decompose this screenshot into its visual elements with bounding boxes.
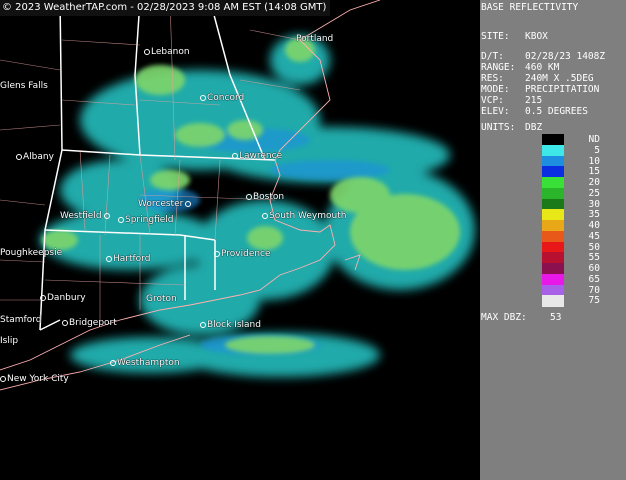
site-value: KBOX (525, 31, 548, 42)
city-new-york-city: New York City (0, 374, 69, 384)
legend-label: 75 (588, 295, 600, 307)
city-south-weymouth: South Weymouth (262, 211, 346, 221)
legend-label: 65 (588, 273, 600, 285)
city-marker-icon (262, 212, 268, 219)
legend-label: 20 (588, 177, 600, 188)
city-marker-icon (200, 94, 206, 101)
range-label: RANGE: (481, 62, 516, 73)
city-marker-icon (144, 48, 150, 55)
legend-swatch (542, 144, 564, 156)
city-marker-icon (16, 153, 22, 160)
legend-label: 10 (588, 155, 600, 167)
legend-label: 35 (588, 209, 600, 221)
legend-label: 15 (588, 166, 600, 178)
legend-label: 50 (588, 241, 600, 253)
city-marker-icon (110, 359, 116, 366)
city-poughkeepsie: Poughkeepsie (0, 248, 63, 258)
units-value: DBZ (525, 122, 543, 133)
elev-value: 0.5 DEGREES (525, 106, 588, 117)
legend-swatch (542, 187, 564, 199)
city-providence: Providence (214, 249, 271, 259)
legend-label: 5 (594, 144, 600, 156)
city-marker-icon (232, 152, 238, 159)
legend-swatch (542, 177, 564, 189)
max-dbz-value: 53 (550, 312, 562, 323)
city-portland: Portland (296, 34, 334, 44)
legend-label: 55 (588, 252, 600, 264)
city-marker-icon (200, 321, 206, 328)
city-springfield: Springfield (118, 215, 173, 225)
legend-swatch (542, 230, 564, 242)
range-value: 460 KM (525, 62, 560, 73)
res-value: 240M X .5DEG (525, 73, 594, 84)
city-marker-icon (118, 216, 124, 223)
legend-swatch (542, 166, 564, 178)
elev-label: ELEV: (481, 106, 510, 117)
radar-echo-layer (0, 0, 475, 391)
legend-swatch (542, 273, 564, 285)
legend-label: 45 (588, 230, 600, 242)
city-marker-icon (0, 375, 6, 382)
legend-swatch (542, 241, 564, 253)
legend-label: 60 (588, 263, 600, 274)
city-concord: Concord (200, 93, 244, 103)
city-marker-icon (214, 250, 220, 257)
dbz-color-legend (542, 134, 564, 307)
city-westhampton: Westhampton (110, 358, 180, 368)
legend-swatch (542, 295, 564, 307)
city-marker-icon (62, 319, 68, 326)
city-block-island: Block Island (200, 320, 261, 330)
legend-swatch (542, 134, 564, 146)
legend-label: ND (588, 134, 600, 145)
site-label: SITE: (481, 31, 510, 42)
city-islip: Islip (0, 336, 19, 346)
city-glens-falls: Glens Falls (0, 81, 48, 91)
legend-swatch (542, 220, 564, 232)
datetime-value: 02/28/23 1408Z (525, 51, 606, 62)
max-dbz-label: MAX DBZ: (481, 312, 527, 323)
legend-swatch (542, 284, 564, 296)
city-marker-icon (246, 193, 252, 200)
legend-swatch (542, 252, 564, 264)
city-stamford: Stamford (0, 315, 42, 325)
city-bridgeport: Bridgeport (62, 318, 117, 328)
info-panel: BASE REFLECTIVITY SITE: KBOX D/T: 02/28/… (480, 0, 626, 480)
mode-value: PRECIPITATION (525, 84, 600, 95)
city-groton: Groton (146, 294, 177, 304)
legend-swatch (542, 198, 564, 210)
legend-label: 30 (588, 198, 600, 210)
radar-window: Portland Lebanon Glens Falls Concord Alb… (0, 0, 626, 480)
legend-swatch (542, 209, 564, 221)
units-label: UNITS: (481, 122, 516, 133)
vcp-value: 215 (525, 95, 543, 106)
city-lawrence: Lawrence (232, 151, 282, 161)
mode-label: MODE: (481, 84, 510, 95)
city-marker-icon (185, 200, 192, 207)
city-westfield: Westfield (60, 211, 111, 221)
city-danbury: Danbury (40, 293, 86, 303)
legend-label: 70 (588, 284, 600, 296)
city-lebanon: Lebanon (144, 47, 190, 57)
city-hartford: Hartford (106, 254, 150, 264)
legend-swatch (542, 155, 564, 167)
legend-swatch (542, 263, 564, 275)
city-marker-icon (40, 294, 46, 301)
vcp-label: VCP: (481, 95, 504, 106)
panel-title: BASE REFLECTIVITY (481, 2, 579, 13)
city-albany: Albany (16, 152, 54, 162)
legend-label: 40 (588, 220, 600, 231)
datetime-label: D/T: (481, 51, 504, 62)
city-marker-icon (106, 255, 112, 262)
city-marker-icon (103, 212, 110, 219)
res-label: RES: (481, 73, 504, 84)
city-worcester: Worcester (138, 199, 192, 209)
city-boston: Boston (246, 192, 284, 202)
radar-map[interactable]: Portland Lebanon Glens Falls Concord Alb… (0, 0, 480, 480)
copyright-banner: © 2023 WeatherTAP.com - 02/28/2023 9:08 … (0, 0, 331, 16)
legend-label: 25 (588, 187, 600, 199)
